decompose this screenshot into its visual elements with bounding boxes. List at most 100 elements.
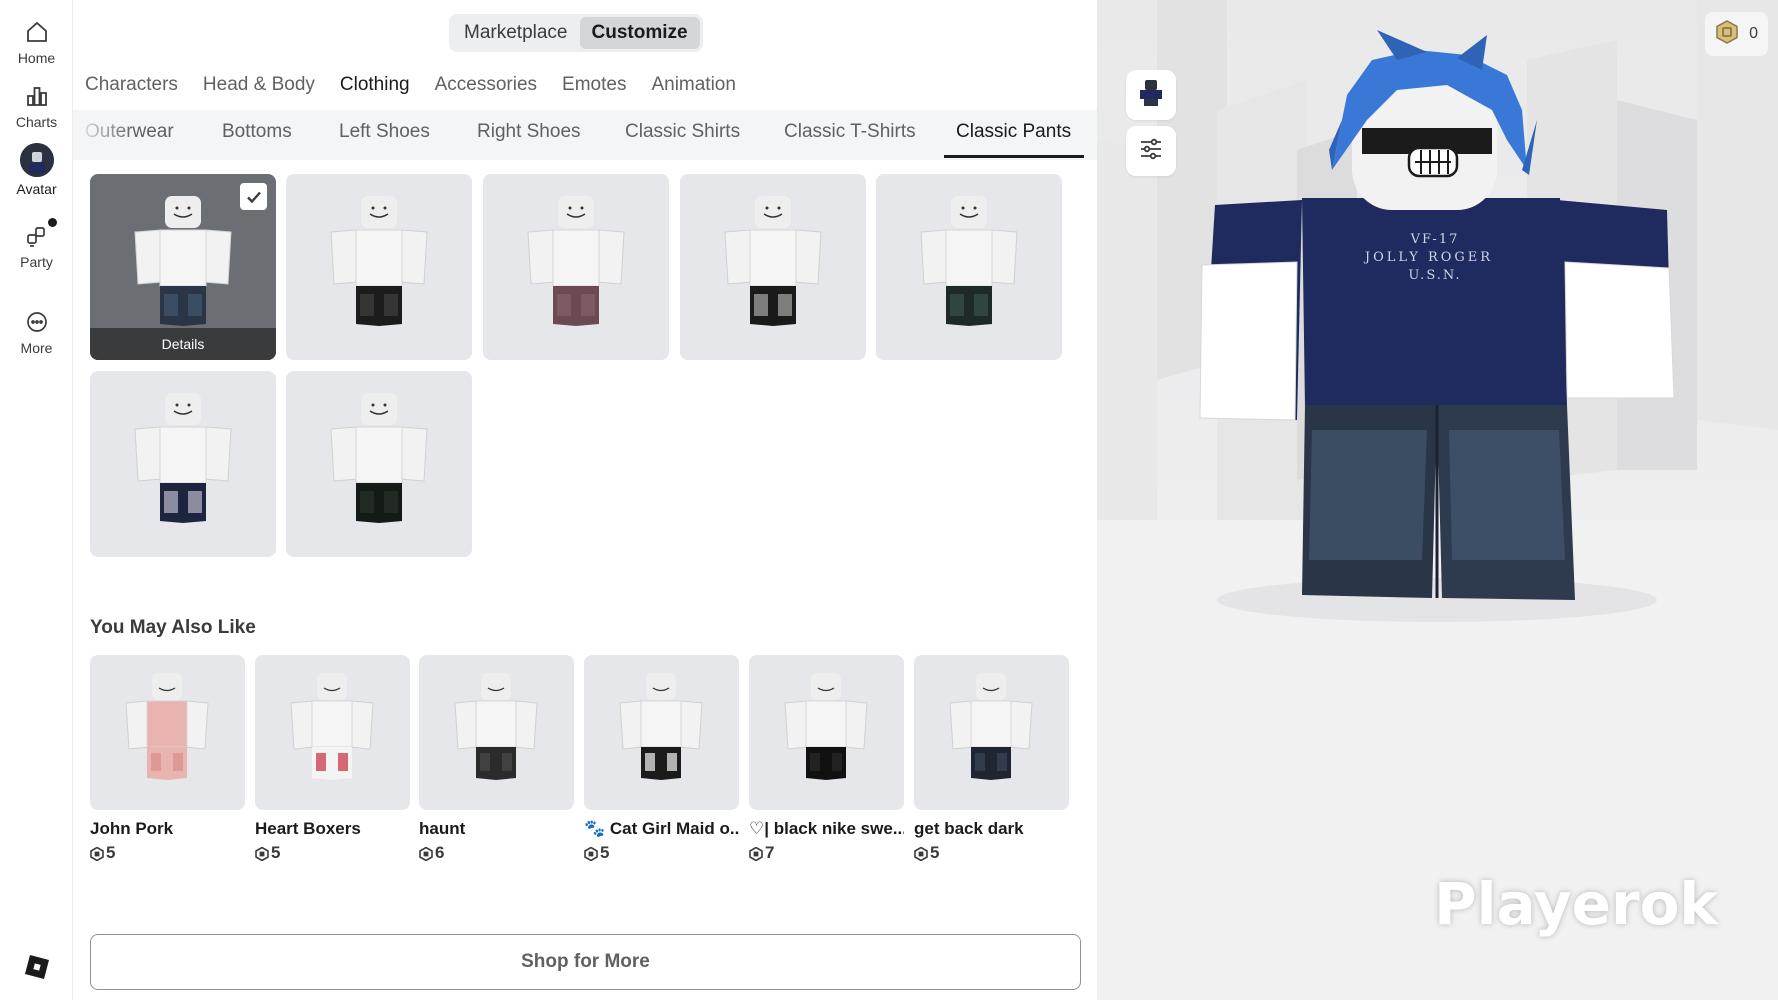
tabs-scroll-fade: [73, 110, 133, 160]
robux-balance[interactable]: 0: [1705, 12, 1768, 56]
owned-pants-item[interactable]: [90, 371, 276, 557]
customize-tab[interactable]: Customize: [579, 17, 700, 49]
pants-preview: [330, 196, 428, 326]
sliders-icon: [1138, 136, 1164, 167]
recommendation-price: 5: [255, 843, 410, 863]
category-tab-clothing[interactable]: Clothing: [340, 74, 410, 96]
recommendation-thumbnail: [584, 655, 739, 810]
recommendation-thumbnail: [90, 655, 245, 810]
recommendation-thumbnail: [914, 655, 1069, 810]
left-nav-rail: Home Charts Avatar Party More: [0, 0, 73, 1000]
recommendation-price-value: 5: [271, 843, 281, 862]
recommendation-card[interactable]: John Pork 5: [90, 655, 245, 863]
robux-icon: [914, 846, 928, 862]
mode-switch: Marketplace Customize: [449, 14, 703, 52]
recommendation-price-value: 5: [600, 843, 610, 862]
recommendation-card[interactable]: ♡| black nike swe... 7: [749, 655, 904, 863]
category-tab-animation[interactable]: Animation: [651, 74, 736, 96]
recommendation-price-value: 7: [765, 843, 775, 862]
category-tab-emotes[interactable]: Emotes: [562, 74, 626, 96]
robux-icon: [1715, 19, 1739, 49]
robux-icon: [90, 846, 104, 862]
selected-checkmark-icon: [240, 183, 267, 210]
shop-for-more-button[interactable]: Shop for More: [90, 934, 1081, 990]
charts-icon: [23, 82, 51, 110]
subcategory-tabs: Outerwear Bottoms Left Shoes Right Shoes…: [73, 110, 1097, 160]
recommendation-name: get back dark: [914, 819, 1024, 838]
category-tabs: Characters Head & Body Clothing Accessor…: [85, 74, 761, 96]
rail-label-party: Party: [20, 254, 53, 270]
pants-preview: [134, 393, 232, 523]
svg-text:VF-17: VF-17: [1410, 232, 1460, 247]
party-notification-dot: [47, 218, 57, 227]
avatar-editor-app: Home Charts Avatar Party More Marketplac…: [0, 0, 1778, 1000]
pants-preview: [527, 196, 625, 326]
rail-label-avatar: Avatar: [16, 181, 57, 197]
category-tab-characters[interactable]: Characters: [85, 74, 178, 96]
pants-preview: [724, 196, 822, 326]
owned-pants-item[interactable]: [876, 174, 1062, 360]
recommendation-name: Heart Boxers: [255, 819, 361, 838]
rail-item-home[interactable]: Home: [0, 18, 73, 80]
outfit-avatar-icon: [1136, 78, 1166, 113]
recommendation-price: 5: [914, 843, 1069, 863]
owned-pants-item[interactable]: Details: [90, 174, 276, 360]
rail-label-home: Home: [17, 50, 56, 66]
avatar-scene: VF-17 JOLLY ROGER U.S.N.: [1097, 0, 1778, 1000]
recommendation-card[interactable]: get back dark 5: [914, 655, 1069, 863]
recommendation-price-value: 6: [435, 843, 445, 862]
recommendation-card[interactable]: 🐾 Cat Girl Maid o... 5: [584, 655, 739, 863]
subcategory-tab-right-shoes[interactable]: Right Shoes: [477, 121, 581, 143]
recommendation-name: ♡| black nike swe...: [749, 819, 904, 838]
rail-item-party[interactable]: Party: [0, 218, 73, 284]
recommendation-name: John Pork: [90, 819, 174, 838]
owned-pants-item[interactable]: [286, 371, 472, 557]
recommendation-thumbnail: [419, 655, 574, 810]
roblox-logo-icon[interactable]: [24, 954, 50, 980]
marketplace-tab[interactable]: Marketplace: [452, 17, 580, 49]
subcategory-tab-classic-tshirts[interactable]: Classic T-Shirts: [784, 121, 916, 143]
active-tab-underline: [944, 155, 1084, 158]
pants-preview: [920, 196, 1018, 326]
recommendation-price-value: 5: [106, 843, 116, 862]
current-outfit-button[interactable]: [1126, 70, 1176, 120]
recommendation-price: 5: [90, 843, 245, 863]
recommendation-price: 5: [584, 843, 739, 863]
party-icon: [23, 218, 57, 250]
rail-item-more[interactable]: More: [0, 308, 73, 370]
recommendation-price: 6: [419, 843, 574, 863]
customize-panel: Marketplace Customize Characters Head & …: [73, 0, 1097, 1000]
svg-text:JOLLY ROGER: JOLLY ROGER: [1363, 250, 1493, 265]
avatar-3d-viewport[interactable]: VF-17 JOLLY ROGER U.S.N. 0 Playerok: [1097, 0, 1778, 1000]
owned-pants-item[interactable]: [680, 174, 866, 360]
avatar-icon: [19, 143, 54, 177]
rail-label-more: More: [20, 340, 53, 356]
playerok-watermark: Playerok: [1434, 870, 1718, 938]
robux-icon: [255, 846, 269, 862]
owned-pants-item[interactable]: [483, 174, 669, 360]
rail-item-charts[interactable]: Charts: [0, 82, 73, 144]
recommendation-name: 🐾 Cat Girl Maid o...: [584, 819, 739, 838]
recommendation-card[interactable]: haunt 6: [419, 655, 574, 863]
recommendation-thumbnail: [255, 655, 410, 810]
rail-item-avatar[interactable]: Avatar: [0, 143, 73, 205]
adjust-settings-button[interactable]: [1126, 126, 1176, 176]
subcategory-tab-classic-pants[interactable]: Classic Pants: [956, 121, 1071, 143]
robux-balance-value: 0: [1749, 25, 1758, 42]
robux-icon: [419, 846, 433, 862]
recommendation-card[interactable]: Heart Boxers 5: [255, 655, 410, 863]
category-tab-head-body[interactable]: Head & Body: [203, 74, 315, 96]
recommendations-title: You May Also Like: [90, 617, 256, 638]
subcategory-tab-bottoms[interactable]: Bottoms: [222, 121, 292, 143]
svg-text:U.S.N.: U.S.N.: [1408, 268, 1461, 283]
details-button[interactable]: Details: [90, 328, 276, 360]
home-icon: [23, 18, 51, 46]
subcategory-tab-left-shoes[interactable]: Left Shoes: [339, 121, 430, 143]
owned-pants-item[interactable]: [286, 174, 472, 360]
recommendation-name: haunt: [419, 819, 466, 838]
recommendation-price-value: 5: [930, 843, 940, 862]
pants-preview: [330, 393, 428, 523]
category-tab-accessories[interactable]: Accessories: [435, 74, 537, 96]
more-icon: [23, 308, 51, 336]
subcategory-tab-classic-shirts[interactable]: Classic Shirts: [625, 121, 740, 143]
